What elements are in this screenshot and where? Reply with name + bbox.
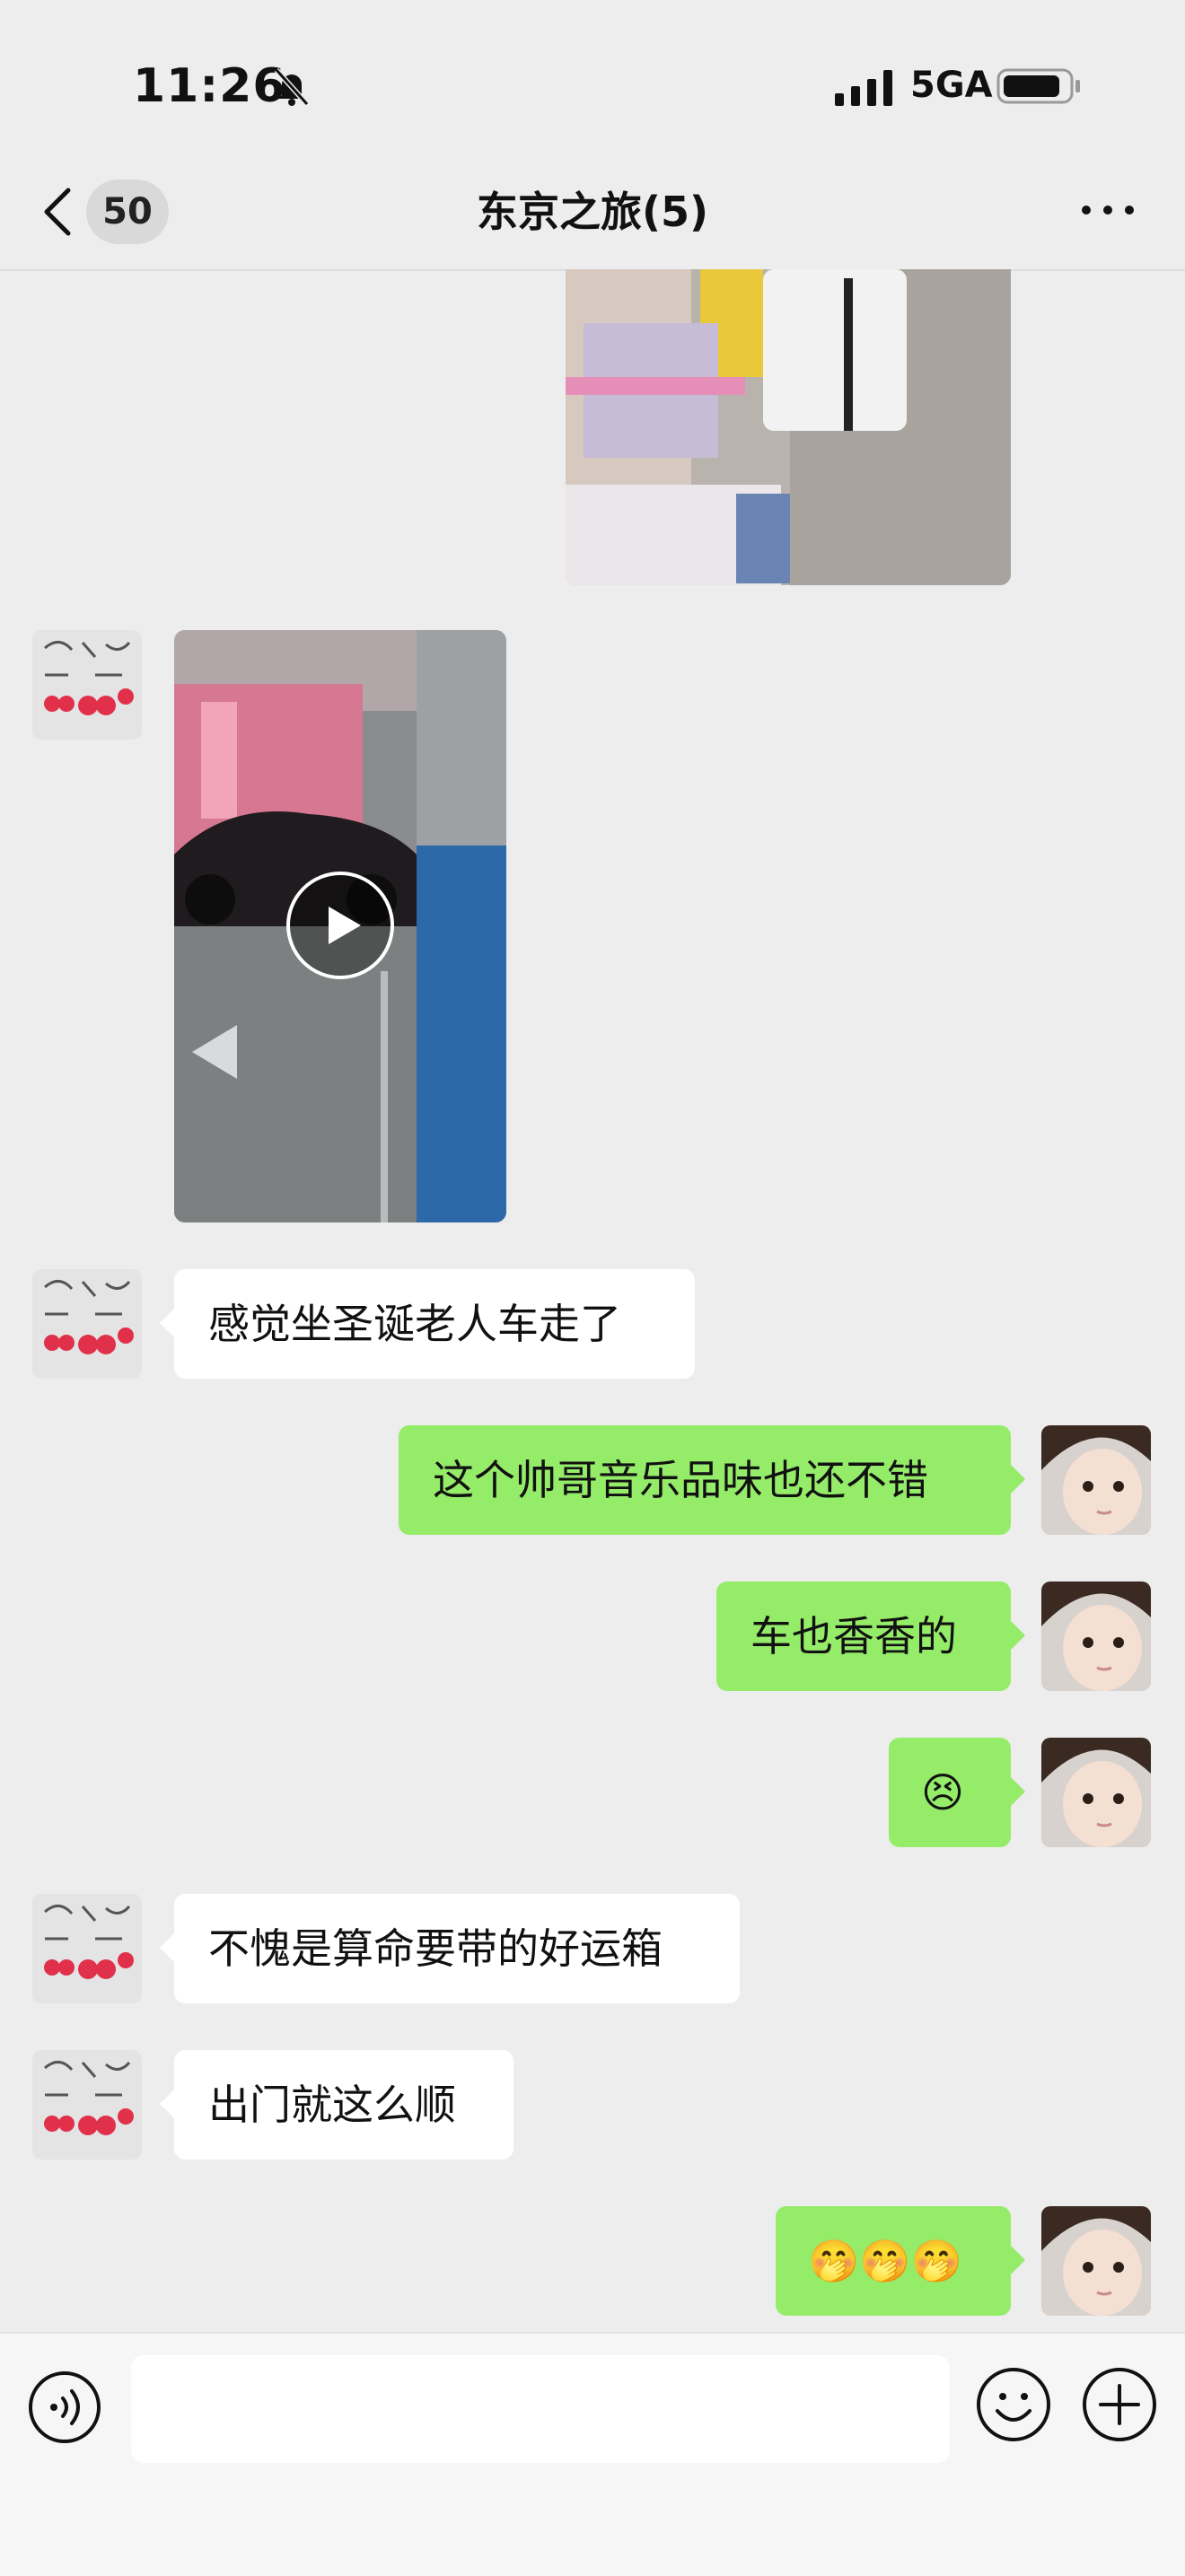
avatar-image bbox=[32, 1894, 142, 2003]
battery-icon bbox=[996, 68, 1080, 104]
input-bar bbox=[0, 2332, 1185, 2576]
sender-avatar[interactable] bbox=[32, 630, 142, 740]
message-bubble[interactable]: 感觉坐圣诞老人车走了 bbox=[160, 1269, 695, 1379]
message-text: 车也香香的 bbox=[750, 1612, 957, 1660]
back-icon[interactable] bbox=[40, 185, 75, 239]
emoji-icon[interactable] bbox=[975, 2366, 1052, 2443]
photo-message[interactable] bbox=[566, 269, 1011, 585]
my-avatar[interactable] bbox=[1041, 1425, 1151, 1535]
message-text: 出门就这么顺 bbox=[208, 2081, 456, 2129]
avatar-image bbox=[1041, 1582, 1151, 1691]
chat-title: 东京之旅(5) bbox=[476, 188, 709, 236]
unread-count-badge[interactable]: 50 bbox=[86, 180, 169, 244]
my-avatar[interactable] bbox=[1041, 1738, 1151, 1847]
network-type: 5GA bbox=[910, 65, 993, 106]
my-avatar[interactable] bbox=[1041, 2206, 1151, 2316]
message-text: 🤭🤭🤭 bbox=[808, 2237, 962, 2285]
photo-image bbox=[566, 269, 1011, 585]
sender-avatar[interactable] bbox=[32, 1269, 142, 1379]
avatar-image bbox=[32, 2050, 142, 2160]
message-bubble[interactable]: 🤭🤭🤭 bbox=[776, 2206, 1025, 2316]
message-bubble[interactable]: 出门就这么顺 bbox=[160, 2050, 514, 2160]
message-text: 不愧是算命要带的好运箱 bbox=[208, 1924, 663, 1973]
message-text: 😣 bbox=[921, 1768, 964, 1817]
message-input[interactable] bbox=[131, 2355, 950, 2463]
message-bubble[interactable]: 车也香香的 bbox=[716, 1582, 1025, 1691]
voice-icon[interactable] bbox=[27, 2370, 102, 2445]
message-bubble[interactable]: 不愧是算命要带的好运箱 bbox=[160, 1894, 740, 2003]
message-bubble[interactable]: 这个帅哥音乐品味也还不错 bbox=[399, 1425, 1025, 1535]
message-text: 感觉坐圣诞老人车走了 bbox=[208, 1300, 621, 1348]
avatar-image bbox=[1041, 2206, 1151, 2316]
my-avatar[interactable] bbox=[1041, 1582, 1151, 1691]
more-icon[interactable] bbox=[1077, 192, 1138, 228]
status-bar: 11:26 5GA bbox=[0, 0, 1185, 153]
bell-mute-icon bbox=[274, 67, 310, 107]
sender-avatar[interactable] bbox=[32, 1894, 142, 2003]
avatar-image bbox=[1041, 1425, 1151, 1535]
avatar-image bbox=[32, 1269, 142, 1379]
message-text: 这个帅哥音乐品味也还不错 bbox=[433, 1456, 928, 1504]
avatar-image bbox=[1041, 1738, 1151, 1847]
sender-avatar[interactable] bbox=[32, 2050, 142, 2160]
plus-icon[interactable] bbox=[1081, 2366, 1158, 2443]
status-time: 11:26 bbox=[133, 59, 286, 113]
signal-icon bbox=[835, 70, 892, 106]
chat-header: 50 东京之旅(5) bbox=[0, 153, 1185, 271]
video-message[interactable] bbox=[174, 630, 506, 1222]
message-bubble[interactable]: 😣 bbox=[889, 1738, 1025, 1847]
play-icon[interactable] bbox=[285, 871, 395, 980]
avatar-image bbox=[32, 630, 142, 740]
